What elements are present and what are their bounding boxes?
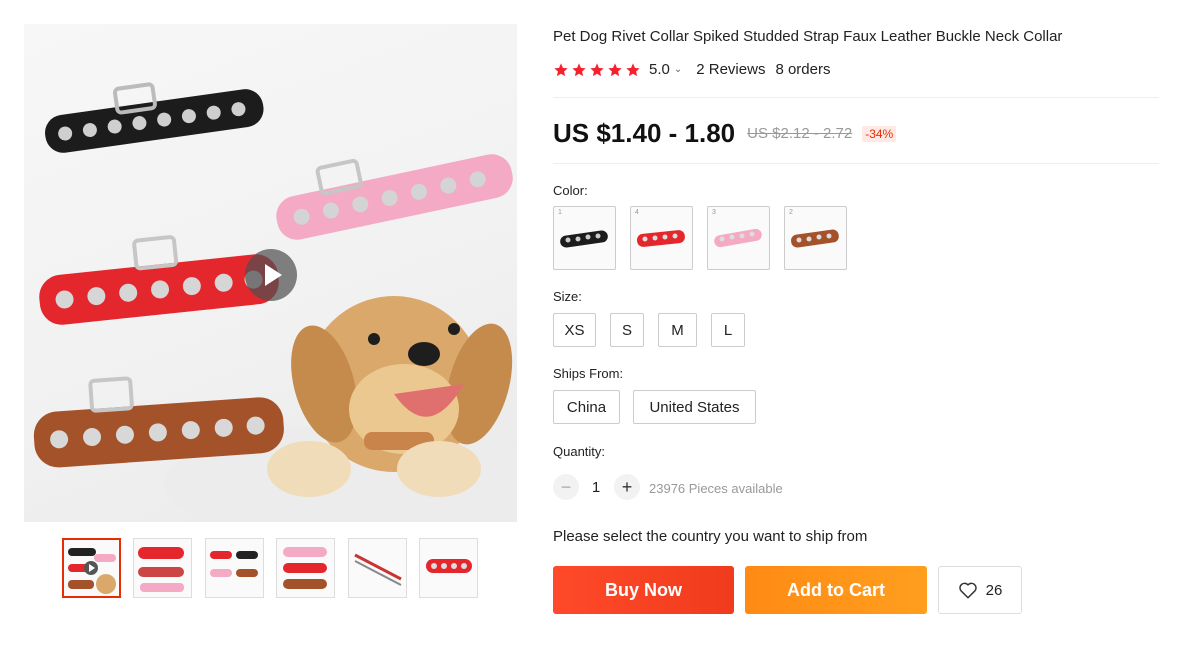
thumbnail-image — [138, 547, 184, 592]
rating-value[interactable]: 5.0 — [649, 61, 670, 78]
swatch-number: 3 — [712, 209, 716, 216]
star-icon — [626, 62, 640, 76]
thumbnail-image — [68, 548, 116, 594]
quantity-increase-button[interactable]: + — [614, 474, 640, 500]
pink-collar-swatch — [714, 228, 762, 248]
price-row: US $1.40 - 1.80 US $2.12 - 2.72 -34% — [553, 118, 897, 149]
color-swatch-pink[interactable]: 3 — [707, 206, 770, 270]
star-icon — [572, 62, 586, 76]
size-option-xs[interactable]: XS — [553, 313, 596, 347]
pink-collar — [276, 154, 513, 240]
star-icon — [590, 62, 604, 76]
black-collar-swatch — [560, 230, 608, 248]
add-to-cart-button[interactable]: Add to Cart — [745, 566, 927, 614]
divider — [553, 97, 1159, 98]
divider — [553, 163, 1159, 164]
thumbnail-image — [354, 553, 402, 586]
thumbnail-image — [283, 547, 327, 589]
quantity-decrease-button[interactable]: − — [553, 474, 579, 500]
color-swatch-black[interactable]: 1 — [553, 206, 616, 270]
star-icon — [554, 62, 568, 76]
ships-from-china[interactable]: China — [553, 390, 620, 424]
thumbnail-4[interactable] — [276, 538, 335, 598]
thumbnail-6[interactable] — [419, 538, 478, 598]
size-option-s[interactable]: S — [610, 313, 644, 347]
pieces-available: 23976 Pieces available — [649, 481, 783, 496]
chevron-down-icon[interactable]: ⌄ — [674, 64, 682, 75]
orders-count: 8 orders — [775, 61, 831, 78]
size-option-l[interactable]: L — [711, 313, 745, 347]
thumbnail-2[interactable] — [133, 538, 192, 598]
rating-row: 5.0 ⌄ 2 Reviews 8 orders — [553, 61, 830, 78]
thumbnail-5[interactable] — [348, 538, 407, 598]
current-price: US $1.40 - 1.80 — [553, 118, 736, 148]
brown-collar — [33, 376, 284, 468]
quantity-label: Quantity: — [553, 444, 606, 459]
swatch-number: 4 — [635, 209, 639, 216]
quantity-value[interactable]: 1 — [580, 479, 612, 496]
thumbnail-3[interactable] — [205, 538, 264, 598]
color-swatch-brown[interactable]: 2 — [784, 206, 847, 270]
wishlist-count: 26 — [985, 581, 1003, 599]
swatch-number: 1 — [558, 209, 562, 216]
reviews-link[interactable]: 2 Reviews — [696, 61, 765, 78]
star-icon — [608, 62, 622, 76]
ships-from-united-states[interactable]: United States — [633, 390, 756, 424]
shipping-note: Please select the country you want to sh… — [553, 528, 868, 545]
discount-badge: -34% — [862, 125, 897, 142]
thumbnail-image — [426, 559, 472, 573]
heart-icon — [958, 582, 977, 599]
thumbnail-image — [210, 551, 258, 577]
wishlist-button[interactable]: 26 — [938, 566, 1022, 614]
play-video-icon[interactable] — [245, 249, 297, 301]
product-title: Pet Dog Rivet Collar Spiked Studded Stra… — [553, 28, 1063, 45]
star-rating — [553, 62, 641, 78]
color-swatch-red[interactable]: 4 — [630, 206, 693, 270]
red-collar-swatch — [636, 230, 685, 247]
black-collar — [45, 82, 264, 153]
original-price: US $2.12 - 2.72 — [747, 125, 853, 142]
thumbnail-1[interactable] — [62, 538, 121, 598]
color-label: Color: — [553, 183, 588, 198]
brown-collar-swatch — [791, 229, 839, 248]
red-collar — [39, 235, 279, 325]
size-option-m[interactable]: M — [658, 313, 697, 347]
buy-now-button[interactable]: Buy Now — [553, 566, 734, 614]
ships-from-label: Ships From: — [553, 366, 624, 381]
size-label: Size: — [553, 289, 582, 304]
swatch-number: 2 — [789, 209, 793, 216]
